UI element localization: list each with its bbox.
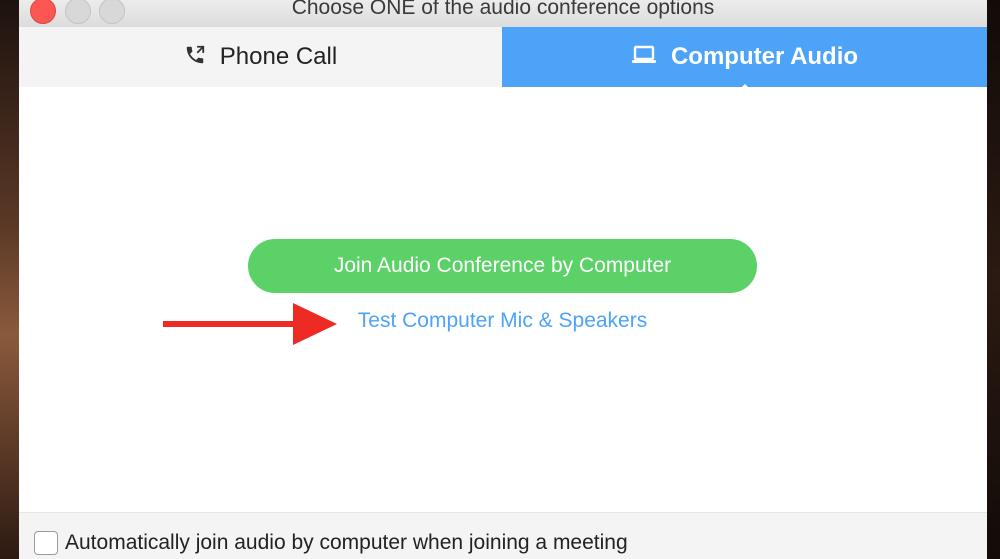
auto-join-audio-checkbox[interactable]	[34, 531, 58, 555]
audio-option-tabs: Phone Call Computer Audio	[19, 27, 987, 88]
test-mic-speakers-link[interactable]: Test Computer Mic & Speakers	[248, 309, 757, 333]
dialog-footer: Automatically join audio by computer whe…	[19, 512, 987, 559]
tab-computer-audio[interactable]: Computer Audio	[502, 27, 987, 87]
window-title: Choose ONE of the audio conference optio…	[291, 0, 715, 19]
computer-audio-panel: Join Audio Conference by Computer Test C…	[19, 87, 987, 512]
audio-options-dialog: Choose ONE of the audio conference optio…	[19, 0, 987, 559]
tab-computer-audio-label: Computer Audio	[670, 43, 859, 70]
title-bar: Choose ONE of the audio conference optio…	[19, 0, 987, 28]
background-photo-left	[0, 0, 20, 559]
phone-icon	[184, 44, 206, 71]
laptop-icon	[631, 45, 657, 70]
tab-phone-call[interactable]: Phone Call	[19, 27, 502, 88]
auto-join-audio-label: Automatically join audio by computer whe…	[65, 531, 628, 554]
tab-phone-call-label: Phone Call	[219, 43, 338, 70]
join-audio-by-computer-button[interactable]: Join Audio Conference by Computer	[248, 239, 757, 293]
background-photo-right	[987, 0, 1000, 559]
